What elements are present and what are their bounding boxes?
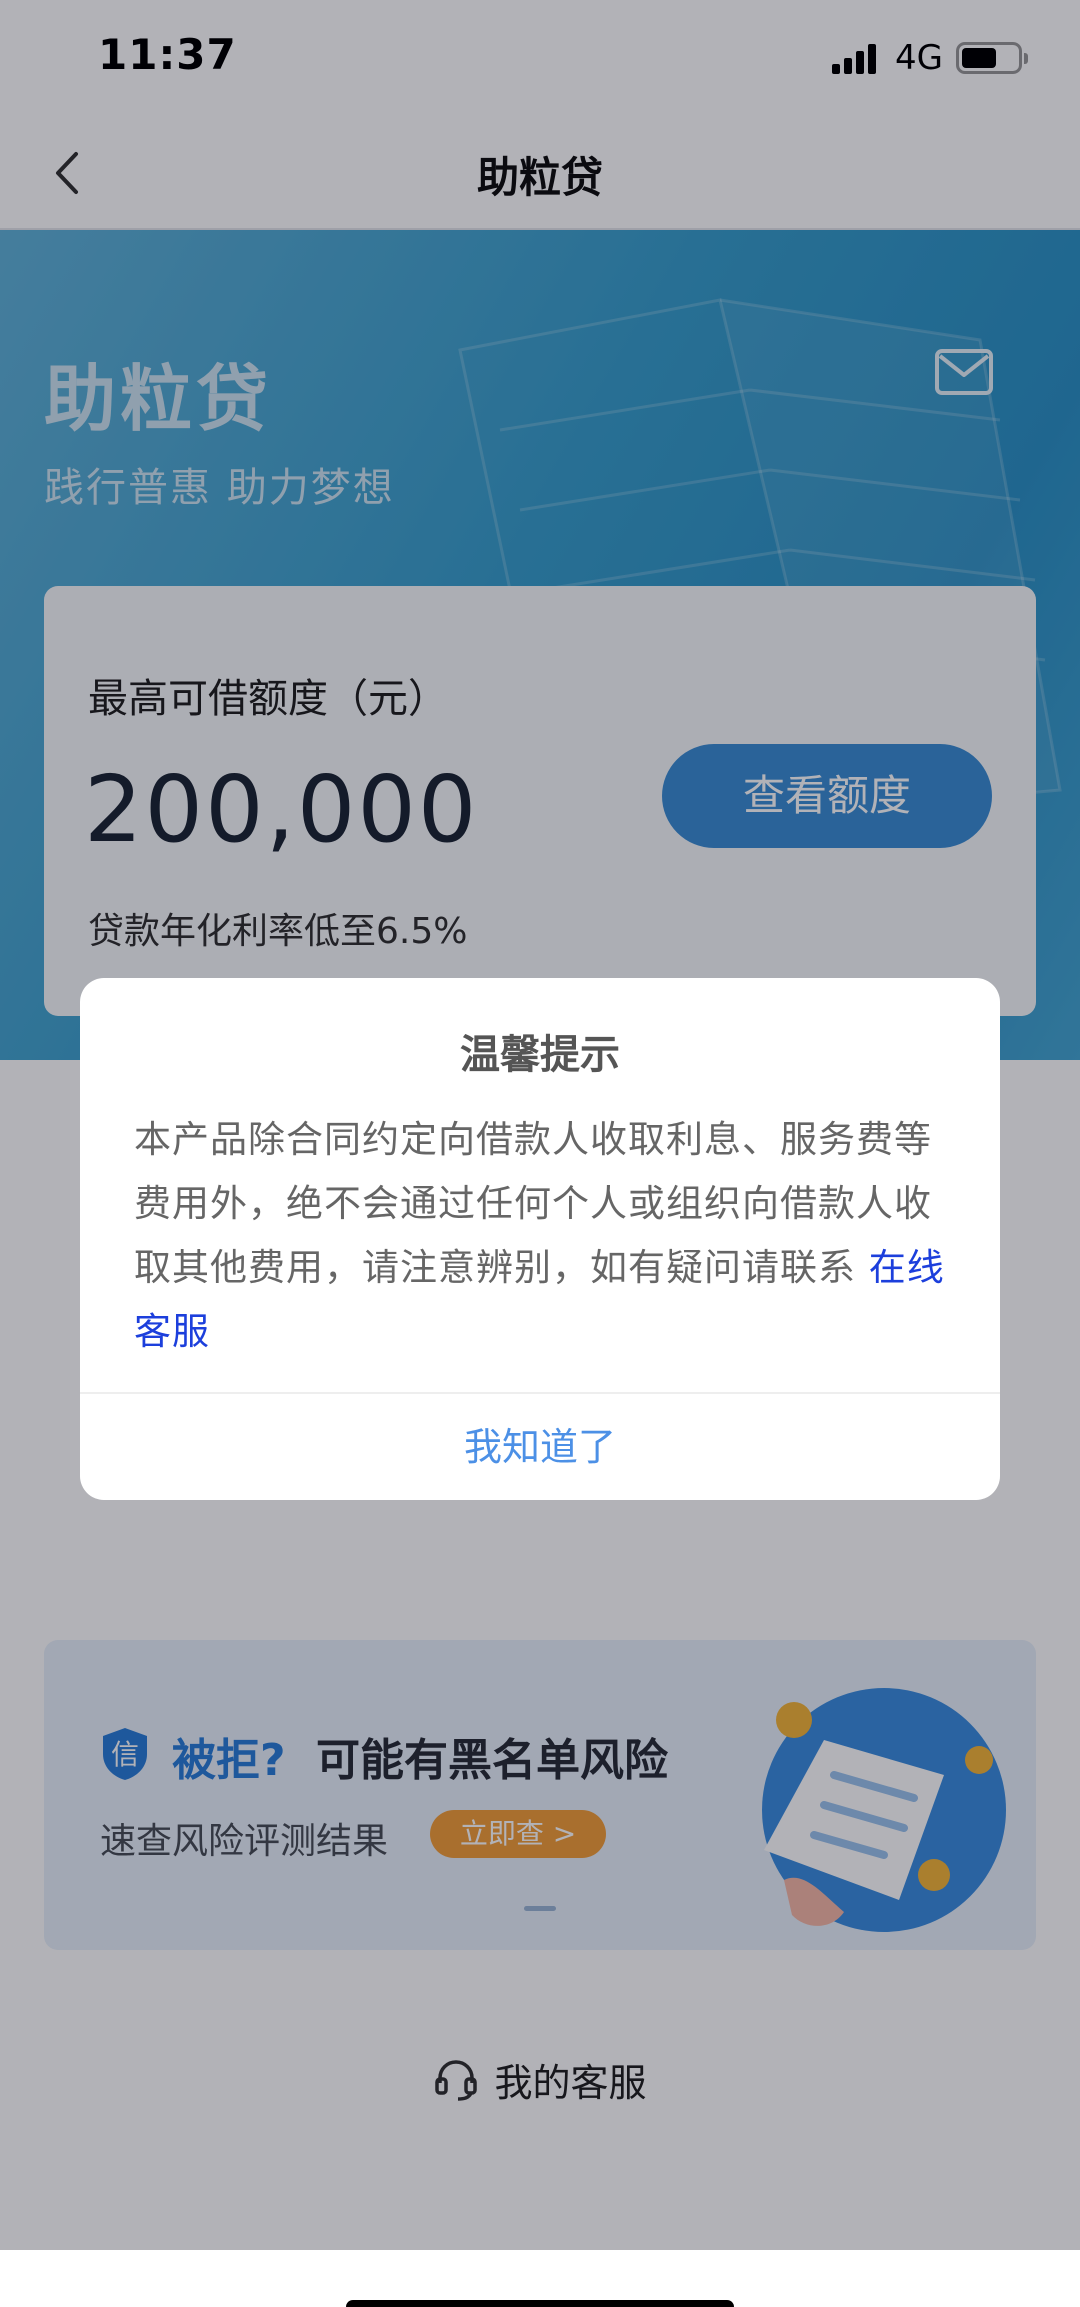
acknowledge-button[interactable]: 我知道了	[80, 1394, 1000, 1500]
dialog-title: 温馨提示	[460, 1032, 620, 1078]
dialog-message: 本产品除合同约定向借款人收取利息、服务费等费用外，绝不会通过任何个人或组织向借款…	[134, 1108, 954, 1364]
dialog-message-text: 本产品除合同约定向借款人收取利息、服务费等费用外，绝不会通过任何个人或组织向借款…	[134, 1118, 932, 1289]
notice-dialog: 温馨提示 本产品除合同约定向借款人收取利息、服务费等费用外，绝不会通过任何个人或…	[80, 978, 1000, 1500]
modal-overlay[interactable]: 温馨提示 本产品除合同约定向借款人收取利息、服务费等费用外，绝不会通过任何个人或…	[0, 0, 1080, 2250]
page: 11:37 4G 助粒贷 助粒贷 践行普惠 助力梦想 最高可借额度（元） 200…	[0, 0, 1080, 2307]
home-indicator	[346, 2300, 734, 2307]
